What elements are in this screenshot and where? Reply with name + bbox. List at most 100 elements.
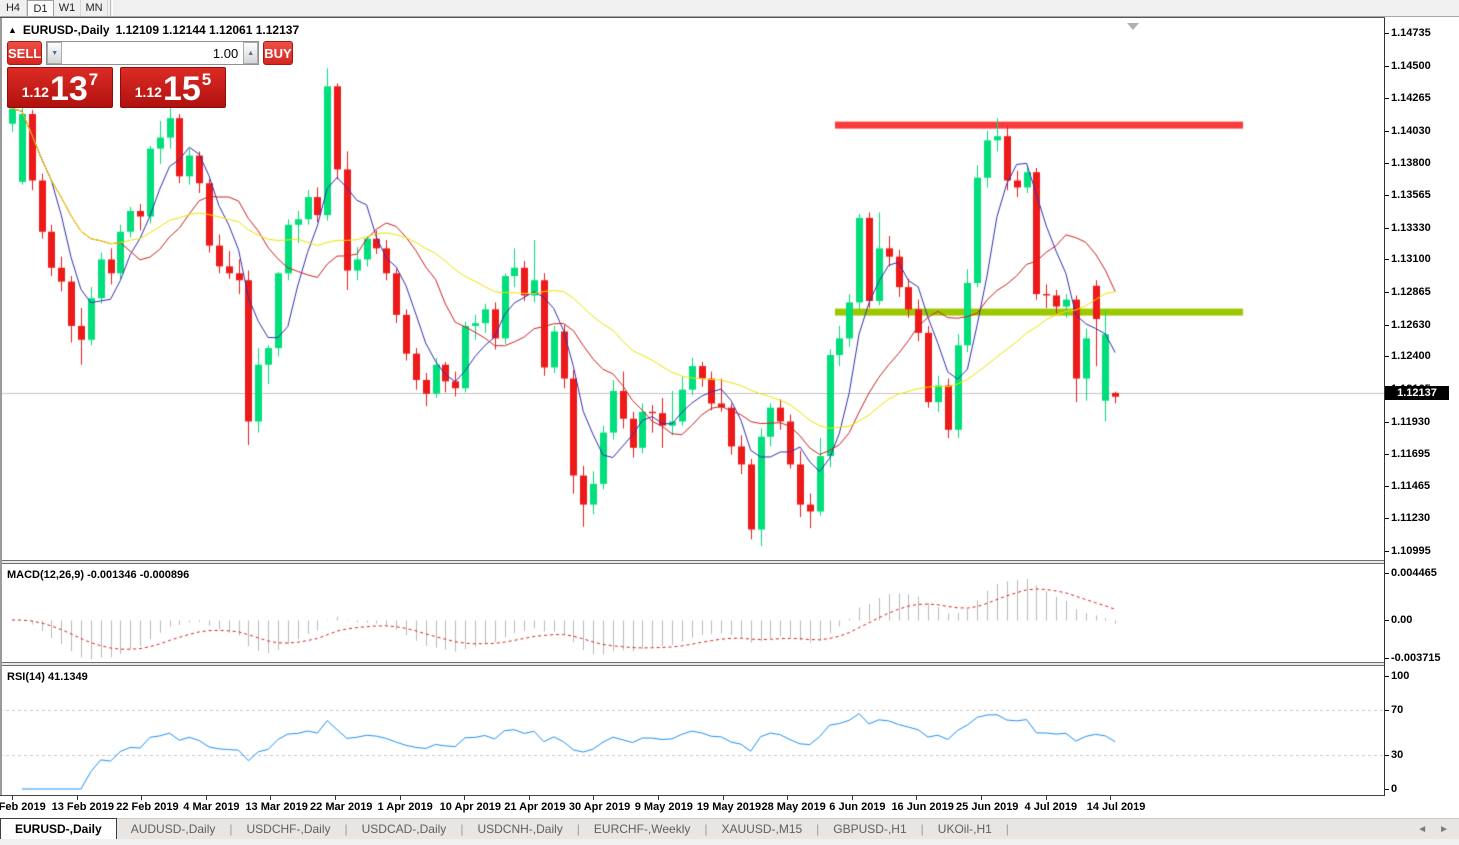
panel-separator[interactable] (0, 560, 1385, 564)
buy-button[interactable]: BUY (263, 41, 292, 65)
chart-tab-eurusd[interactable]: EURUSD-,Daily (0, 818, 117, 839)
date-axis-tick (787, 796, 788, 800)
date-axis-tick (593, 796, 594, 800)
price-axis-tick (1385, 551, 1389, 552)
rsi-axis-label: 0 (1391, 783, 1397, 795)
rsi-axis-label: 100 (1391, 670, 1409, 682)
rsi-axis-label: 30 (1391, 749, 1403, 761)
date-axis-tick (981, 796, 982, 800)
date-axis-tick (270, 796, 271, 800)
chart-tab-usdcnh[interactable]: USDCNH-,Daily (463, 819, 576, 839)
collapse-icon[interactable]: ▲ (8, 25, 17, 35)
price-axis[interactable]: 1.147351.145001.142651.140301.138001.135… (1385, 18, 1459, 817)
buy-price-prefix: 1.12 (135, 84, 162, 100)
macd-label: MACD(12,26,9) -0.001346 -0.000896 (7, 569, 189, 581)
buy-price-main: 15 (163, 74, 201, 104)
sell-button[interactable]: SELL (7, 41, 42, 65)
tab-scroll-controls: ◄ ► (1417, 819, 1449, 839)
date-axis-label: 16 Jun 2019 (891, 801, 953, 813)
date-axis-tick (335, 796, 336, 800)
chart-tabs: EURUSD-,DailyAUDUSD-,Daily|USDCHF-,Daily… (0, 818, 1009, 839)
volume-increase-button[interactable]: ▲ (243, 42, 258, 64)
price-axis-tick (1385, 195, 1389, 196)
price-axis-label: 1.11695 (1391, 448, 1430, 460)
date-axis-tick (206, 796, 207, 800)
tab-scroll-left-icon[interactable]: ◄ (1417, 824, 1427, 835)
trading-terminal-window: H4D1W1MN ▲ EURUSD-,Daily 1.12109 1.12144… (0, 0, 1459, 845)
price-axis-tick (1385, 292, 1389, 293)
rsi-indicator-canvas[interactable] (0, 667, 1384, 795)
date-axis-label: 30 Apr 2019 (569, 801, 630, 813)
price-axis-label: 1.13800 (1391, 157, 1431, 169)
price-axis-label: 1.11930 (1391, 416, 1430, 428)
chart-tab-ukoil[interactable]: UKOil-,H1 (924, 819, 1006, 839)
price-axis-tick (1385, 98, 1389, 99)
chart-tab-usdcad[interactable]: USDCAD-,Daily (348, 819, 461, 839)
buy-price-box[interactable]: 1.12 15 5 (120, 67, 226, 108)
macd-axis-label: 0.004465 (1391, 567, 1437, 579)
chart-symbol-label: EURUSD-,Daily (23, 23, 110, 37)
chart-header: ▲ EURUSD-,Daily 1.12109 1.12144 1.12061 … (8, 23, 299, 37)
date-axis-tick (464, 796, 465, 800)
date-axis-label: 4 Jul 2019 (1025, 801, 1078, 813)
timeframe-buttons: H4D1W1MN (0, 0, 108, 16)
sell-price-box[interactable]: 1.12 13 7 (7, 67, 113, 108)
date-axis-label: 6 Jun 2019 (829, 801, 885, 813)
macd-axis-tick (1385, 620, 1389, 621)
price-axis-label: 1.11230 (1391, 512, 1430, 524)
date-axis-tick (852, 796, 853, 800)
date-axis-label: 4 Mar 2019 (183, 801, 239, 813)
macd-name: MACD(12,26,9) (7, 569, 84, 581)
chart-tab-gbpusd[interactable]: GBPUSD-,H1 (819, 819, 920, 839)
date-axis-tick (12, 796, 13, 800)
timeframe-button-h4[interactable]: H4 (0, 0, 27, 16)
window-bottom-edge (0, 839, 1459, 845)
price-axis-tick (1385, 259, 1389, 260)
rsi-axis-tick (1385, 676, 1389, 677)
chart-tab-eurchf[interactable]: EURCHF-,Weekly (580, 819, 704, 839)
date-axis-label: 22 Mar 2019 (310, 801, 372, 813)
price-axis-tick (1385, 486, 1389, 487)
date-axis-label: 13 Mar 2019 (245, 801, 307, 813)
panel-separator[interactable] (0, 662, 1385, 666)
price-axis-label: 1.14500 (1391, 60, 1431, 72)
macd-indicator-canvas[interactable] (0, 565, 1384, 662)
chart-shift-marker-icon[interactable] (1127, 23, 1139, 30)
date-axis-tick (141, 796, 142, 800)
price-axis-tick (1385, 33, 1389, 34)
price-axis-tick (1385, 163, 1389, 164)
chart-tab-xauusd[interactable]: XAUUSD-,M15 (707, 819, 816, 839)
timeframe-button-w1[interactable]: W1 (54, 0, 81, 16)
timeframe-button-mn[interactable]: MN (81, 0, 108, 16)
price-axis-tick (1385, 518, 1389, 519)
chart-left-border (0, 18, 2, 795)
tab-scroll-right-icon[interactable]: ► (1439, 824, 1449, 835)
rsi-axis-tick (1385, 755, 1389, 756)
date-axis-label: 10 Apr 2019 (440, 801, 501, 813)
date-axis-label: 14 Jul 2019 (1087, 801, 1146, 813)
timeframe-toolbar: H4D1W1MN (0, 0, 1459, 17)
timeframe-button-d1[interactable]: D1 (27, 0, 54, 16)
date-axis-label: 4 Feb 2019 (0, 801, 46, 813)
rsi-axis-label: 70 (1391, 704, 1403, 716)
toolbar-divider (110, 0, 113, 16)
volume-decrease-button[interactable]: ▼ (47, 42, 62, 64)
price-axis-tick (1385, 422, 1389, 423)
date-axis-label: 19 May 2019 (697, 801, 761, 813)
macd-axis-label: 0.00 (1391, 614, 1412, 626)
rsi-value: 41.1349 (48, 671, 88, 683)
macd-axis-tick (1385, 573, 1389, 574)
price-axis-label: 1.13565 (1391, 189, 1431, 201)
price-axis-tick (1385, 454, 1389, 455)
sell-price-pip: 7 (89, 70, 98, 90)
date-axis-label: 25 Jun 2019 (956, 801, 1018, 813)
volume-input[interactable] (62, 42, 243, 64)
chart-tab-audusd[interactable]: AUDUSD-,Daily (117, 819, 230, 839)
date-axis-tick (658, 796, 659, 800)
price-axis-tick (1385, 228, 1389, 229)
rsi-name: RSI(14) (7, 671, 45, 683)
date-axis-label: 1 Apr 2019 (377, 801, 432, 813)
chart-tab-usdchf[interactable]: USDCHF-,Daily (233, 819, 345, 839)
macd-axis-tick (1385, 658, 1389, 659)
date-axis[interactable]: 4 Feb 201913 Feb 201922 Feb 20194 Mar 20… (0, 796, 1385, 818)
